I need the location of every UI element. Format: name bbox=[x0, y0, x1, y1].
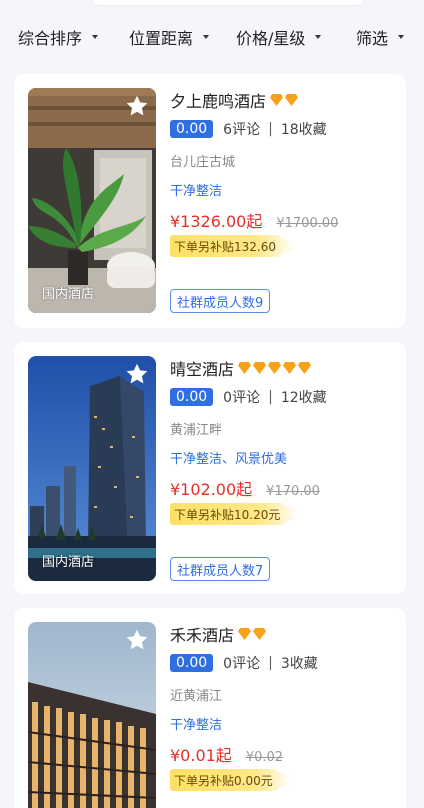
hotel-location: 台儿庄古城 bbox=[170, 155, 236, 170]
caret-down-icon bbox=[315, 35, 322, 39]
hotel-price: ¥1326.00起 bbox=[170, 212, 263, 231]
divider: | bbox=[268, 655, 273, 671]
star-icon[interactable] bbox=[124, 93, 150, 119]
diamond-icon bbox=[253, 628, 267, 640]
hotel-price: ¥102.00起 bbox=[170, 480, 253, 499]
hotel-card[interactable]: 国内酒店 夕上鹿鸣酒店 0.00 6评论 | 18收藏 台儿庄古城 干净整洁 ¥… bbox=[14, 74, 406, 328]
favorite-count: 3收藏 bbox=[280, 656, 318, 672]
star-icon[interactable] bbox=[124, 361, 150, 387]
original-price: ¥1700.00 bbox=[276, 216, 339, 231]
caret-down-icon bbox=[398, 35, 405, 39]
top-strip bbox=[92, 0, 364, 6]
subsidy-badge: 下单另补贴10.20元 bbox=[170, 503, 301, 525]
photo-tag: 国内酒店 bbox=[42, 287, 95, 302]
score-badge: 0.00 bbox=[170, 654, 214, 672]
review-count: 0评论 bbox=[223, 390, 261, 406]
original-price: ¥170.00 bbox=[266, 484, 320, 499]
hotel-name[interactable]: 晴空酒店 bbox=[170, 356, 234, 380]
hotel-photo[interactable] bbox=[28, 622, 156, 808]
caret-down-icon bbox=[203, 35, 210, 39]
subsidy-badge: 下单另补贴0.00元 bbox=[170, 769, 293, 791]
diamond-icon bbox=[238, 362, 252, 374]
score-badge: 0.00 bbox=[170, 388, 214, 406]
filter-bar: 综合排序 位置距离 价格/星级 筛选 bbox=[0, 8, 424, 62]
diamond-rating bbox=[238, 628, 268, 640]
photo-tag: 国内酒店 bbox=[42, 555, 95, 570]
diamond-icon bbox=[238, 628, 252, 640]
hotel-location: 黄浦江畔 bbox=[170, 423, 223, 438]
hotel-photo[interactable]: 国内酒店 bbox=[28, 356, 156, 581]
diamond-icon bbox=[270, 94, 284, 106]
diamond-icon bbox=[253, 362, 267, 374]
filter-distance-label: 位置距离 bbox=[129, 29, 194, 48]
hotel-tags: 干净整洁 bbox=[170, 184, 223, 199]
subsidy-badge: 下单另补贴132.60 bbox=[170, 235, 296, 257]
hotel-photo[interactable]: 国内酒店 bbox=[28, 88, 156, 313]
review-count: 0评论 bbox=[223, 656, 261, 672]
divider: | bbox=[268, 389, 273, 405]
hotel-tags: 干净整洁、风景优美 bbox=[170, 452, 288, 467]
caret-down-icon bbox=[92, 35, 99, 39]
diamond-icon bbox=[285, 94, 299, 106]
diamond-rating bbox=[238, 362, 313, 374]
diamond-icon bbox=[298, 362, 312, 374]
diamond-rating bbox=[270, 94, 300, 106]
filter-sort[interactable]: 综合排序 bbox=[18, 25, 99, 49]
hotel-card[interactable]: 国内酒店 晴空酒店 0.00 0评论 | 12收藏 黄浦江畔 干净整洁、风景优美… bbox=[14, 342, 406, 594]
filter-sort-label: 综合排序 bbox=[18, 29, 83, 48]
filter-price-star[interactable]: 价格/星级 bbox=[236, 25, 322, 49]
review-count: 6评论 bbox=[223, 122, 261, 138]
diamond-icon bbox=[283, 362, 297, 374]
member-count-button[interactable]: 社群成员人数9 bbox=[170, 289, 271, 313]
favorite-count: 18收藏 bbox=[280, 122, 327, 138]
filter-more-label: 筛选 bbox=[356, 29, 389, 48]
filter-distance[interactable]: 位置距离 bbox=[129, 25, 210, 49]
star-icon[interactable] bbox=[124, 627, 150, 653]
filter-more[interactable]: 筛选 bbox=[356, 25, 405, 49]
hotel-name[interactable]: 夕上鹿鸣酒店 bbox=[170, 88, 266, 112]
favorite-count: 12收藏 bbox=[280, 390, 327, 406]
original-price: ¥0.02 bbox=[245, 750, 284, 765]
hotel-tags: 干净整洁 bbox=[170, 718, 223, 733]
filter-price-star-label: 价格/星级 bbox=[236, 29, 306, 48]
hotel-card[interactable]: 禾禾酒店 0.00 0评论 | 3收藏 近黄浦江 干净整洁 ¥0.01起 ¥0.… bbox=[14, 608, 406, 808]
member-count-button[interactable]: 社群成员人数7 bbox=[170, 557, 271, 581]
hotel-name[interactable]: 禾禾酒店 bbox=[170, 622, 234, 646]
hotel-location: 近黄浦江 bbox=[170, 689, 223, 704]
diamond-icon bbox=[268, 362, 282, 374]
hotel-price: ¥0.01起 bbox=[170, 746, 232, 765]
divider: | bbox=[268, 121, 273, 137]
score-badge: 0.00 bbox=[170, 120, 214, 138]
